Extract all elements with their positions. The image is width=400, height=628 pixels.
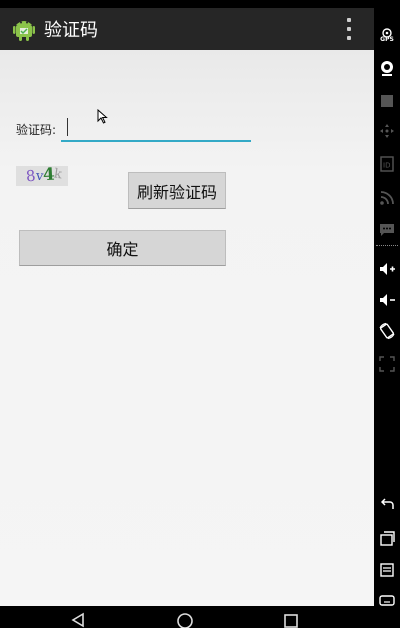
confirm-button[interactable]: 确定 [19, 230, 226, 266]
gps-label: GPS [380, 36, 394, 43]
app-title: 验证码 [44, 20, 98, 41]
back-icon[interactable] [70, 612, 86, 628]
video-clapper-icon[interactable] [377, 91, 397, 111]
sms-icon[interactable] [377, 220, 397, 240]
navigation-bar [0, 606, 374, 628]
volume-up-icon[interactable] [377, 259, 397, 279]
recents-icon[interactable] [283, 612, 299, 628]
code-input[interactable] [61, 112, 251, 142]
overflow-menu-icon[interactable] [346, 18, 352, 40]
camera-icon[interactable] [377, 58, 397, 78]
device-screen: 验证码 验证码: 8 v 4 k 刷新验证码 确定 [0, 0, 374, 628]
recent-apps-icon[interactable] [377, 528, 397, 548]
svg-text:ID: ID [383, 162, 390, 170]
mouse-pointer-icon [97, 109, 108, 124]
captcha-image[interactable]: 8 v 4 k [16, 166, 68, 186]
volume-down-icon[interactable] [377, 290, 397, 310]
action-bar: 验证码 [0, 8, 374, 50]
captcha-char: k [52, 166, 63, 183]
dpad-icon[interactable] [377, 121, 397, 141]
home-key-icon[interactable] [377, 590, 397, 610]
emulator-sidebar: GPS ID [374, 0, 400, 628]
fullscreen-icon[interactable] [377, 354, 397, 374]
menu-icon[interactable] [377, 560, 397, 580]
id-card-icon[interactable]: ID [377, 154, 397, 174]
home-icon[interactable] [176, 612, 194, 628]
gps-icon[interactable]: GPS [377, 24, 397, 44]
refresh-captcha-button[interactable]: 刷新验证码 [128, 172, 226, 209]
android-app-icon [12, 17, 36, 41]
text-caret [67, 118, 68, 136]
rss-icon[interactable] [377, 188, 397, 208]
status-bar [0, 0, 374, 8]
main-content: 验证码: 8 v 4 k 刷新验证码 确定 [0, 50, 374, 606]
rotate-screen-icon[interactable] [377, 321, 397, 341]
code-label: 验证码: [16, 123, 57, 137]
sidebar-divider [376, 245, 398, 246]
back-arrow-icon[interactable] [377, 496, 397, 516]
